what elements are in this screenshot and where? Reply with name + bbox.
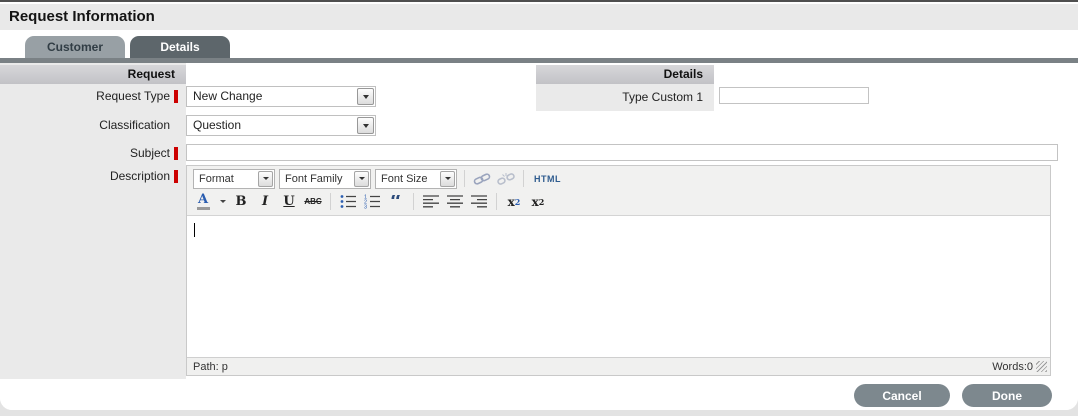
subscript-icon[interactable]: x2 bbox=[504, 192, 524, 212]
strikethrough-icon[interactable]: ABC bbox=[303, 192, 323, 212]
tab-details[interactable]: Details bbox=[130, 36, 230, 58]
align-left-icon[interactable] bbox=[421, 192, 441, 212]
section-header-details: Details bbox=[536, 65, 714, 84]
cancel-button[interactable]: Cancel bbox=[854, 384, 950, 407]
align-center-icon[interactable] bbox=[445, 192, 465, 212]
request-type-label: Request Type bbox=[0, 88, 186, 104]
chevron-down-icon[interactable] bbox=[357, 117, 374, 134]
font-color-dropdown-icon[interactable] bbox=[217, 192, 227, 212]
editor-path-status: Path: p bbox=[193, 360, 228, 373]
toolbar-separator bbox=[496, 193, 497, 210]
subject-label: Subject bbox=[0, 145, 186, 161]
page-title: Request Information bbox=[0, 4, 1078, 30]
toolbar-separator bbox=[523, 170, 524, 187]
underline-icon[interactable]: U bbox=[279, 192, 299, 212]
blockquote-icon[interactable]: “ bbox=[386, 195, 406, 209]
editor-toolbar-row-1: Format Font Family Font Size HTML bbox=[187, 166, 1050, 191]
section-header-request: Request bbox=[0, 65, 186, 84]
html-source-button[interactable]: HTML bbox=[531, 169, 564, 189]
editor-caret bbox=[194, 223, 195, 237]
align-right-icon[interactable] bbox=[469, 192, 489, 212]
required-marker bbox=[174, 89, 178, 103]
required-marker bbox=[174, 169, 178, 183]
svg-text:3: 3 bbox=[364, 205, 367, 210]
toolbar-separator bbox=[413, 193, 414, 210]
ordered-list-icon[interactable]: 123 bbox=[362, 192, 382, 212]
description-label: Description bbox=[0, 168, 186, 184]
font-size-select[interactable]: Font Size bbox=[375, 168, 457, 189]
editor-toolbar-row-2: A B I U ABC 1 2 3 “ x 2 x 2 bbox=[187, 191, 1050, 215]
superscript-icon[interactable]: x2 bbox=[528, 192, 548, 212]
editor-resize-handle[interactable] bbox=[1036, 361, 1047, 372]
required-marker bbox=[174, 146, 178, 160]
font-family-select[interactable]: Font Family bbox=[279, 168, 371, 189]
editor-status-bar: Path: p Words:0 bbox=[187, 357, 1050, 375]
request-form: Request Details Request Type New Change … bbox=[0, 63, 1078, 379]
chevron-down-icon[interactable] bbox=[354, 170, 369, 187]
font-color-icon[interactable]: A bbox=[193, 192, 213, 212]
classification-selected-value: Question bbox=[193, 118, 242, 132]
toolbar-separator bbox=[330, 193, 331, 210]
description-rich-text-editor: Format Font Family Font Size HTML A B I … bbox=[186, 165, 1051, 376]
request-type-select[interactable]: New Change bbox=[186, 86, 376, 107]
type-custom-1-input[interactable] bbox=[719, 87, 869, 104]
unordered-list-icon[interactable] bbox=[338, 192, 358, 212]
remove-link-icon[interactable] bbox=[496, 169, 516, 189]
request-information-card: Request Information Customer Details Req… bbox=[0, 0, 1078, 410]
format-select[interactable]: Format bbox=[193, 168, 275, 189]
italic-icon[interactable]: I bbox=[255, 192, 275, 212]
request-information-window: Request Information Customer Details Req… bbox=[0, 0, 1078, 416]
classification-label: Classification bbox=[99, 118, 170, 132]
type-custom-1-label: Type Custom 1 bbox=[622, 90, 703, 104]
tab-customer[interactable]: Customer bbox=[25, 36, 125, 58]
classification-select[interactable]: Question bbox=[186, 115, 376, 136]
chevron-down-icon[interactable] bbox=[258, 170, 273, 187]
bold-icon[interactable]: B bbox=[231, 192, 251, 212]
label-column-background bbox=[0, 63, 186, 379]
subject-input[interactable] bbox=[186, 144, 1058, 161]
done-button[interactable]: Done bbox=[962, 384, 1052, 407]
chevron-down-icon[interactable] bbox=[357, 88, 374, 105]
footer-action-bar: Cancel Done bbox=[0, 379, 1078, 410]
insert-link-icon[interactable] bbox=[472, 169, 492, 189]
chevron-down-icon[interactable] bbox=[440, 170, 455, 187]
request-type-selected-value: New Change bbox=[193, 89, 263, 103]
toolbar-separator bbox=[464, 170, 465, 187]
editor-word-count: Words:0 bbox=[992, 360, 1033, 373]
editor-content-area[interactable] bbox=[187, 215, 1050, 357]
